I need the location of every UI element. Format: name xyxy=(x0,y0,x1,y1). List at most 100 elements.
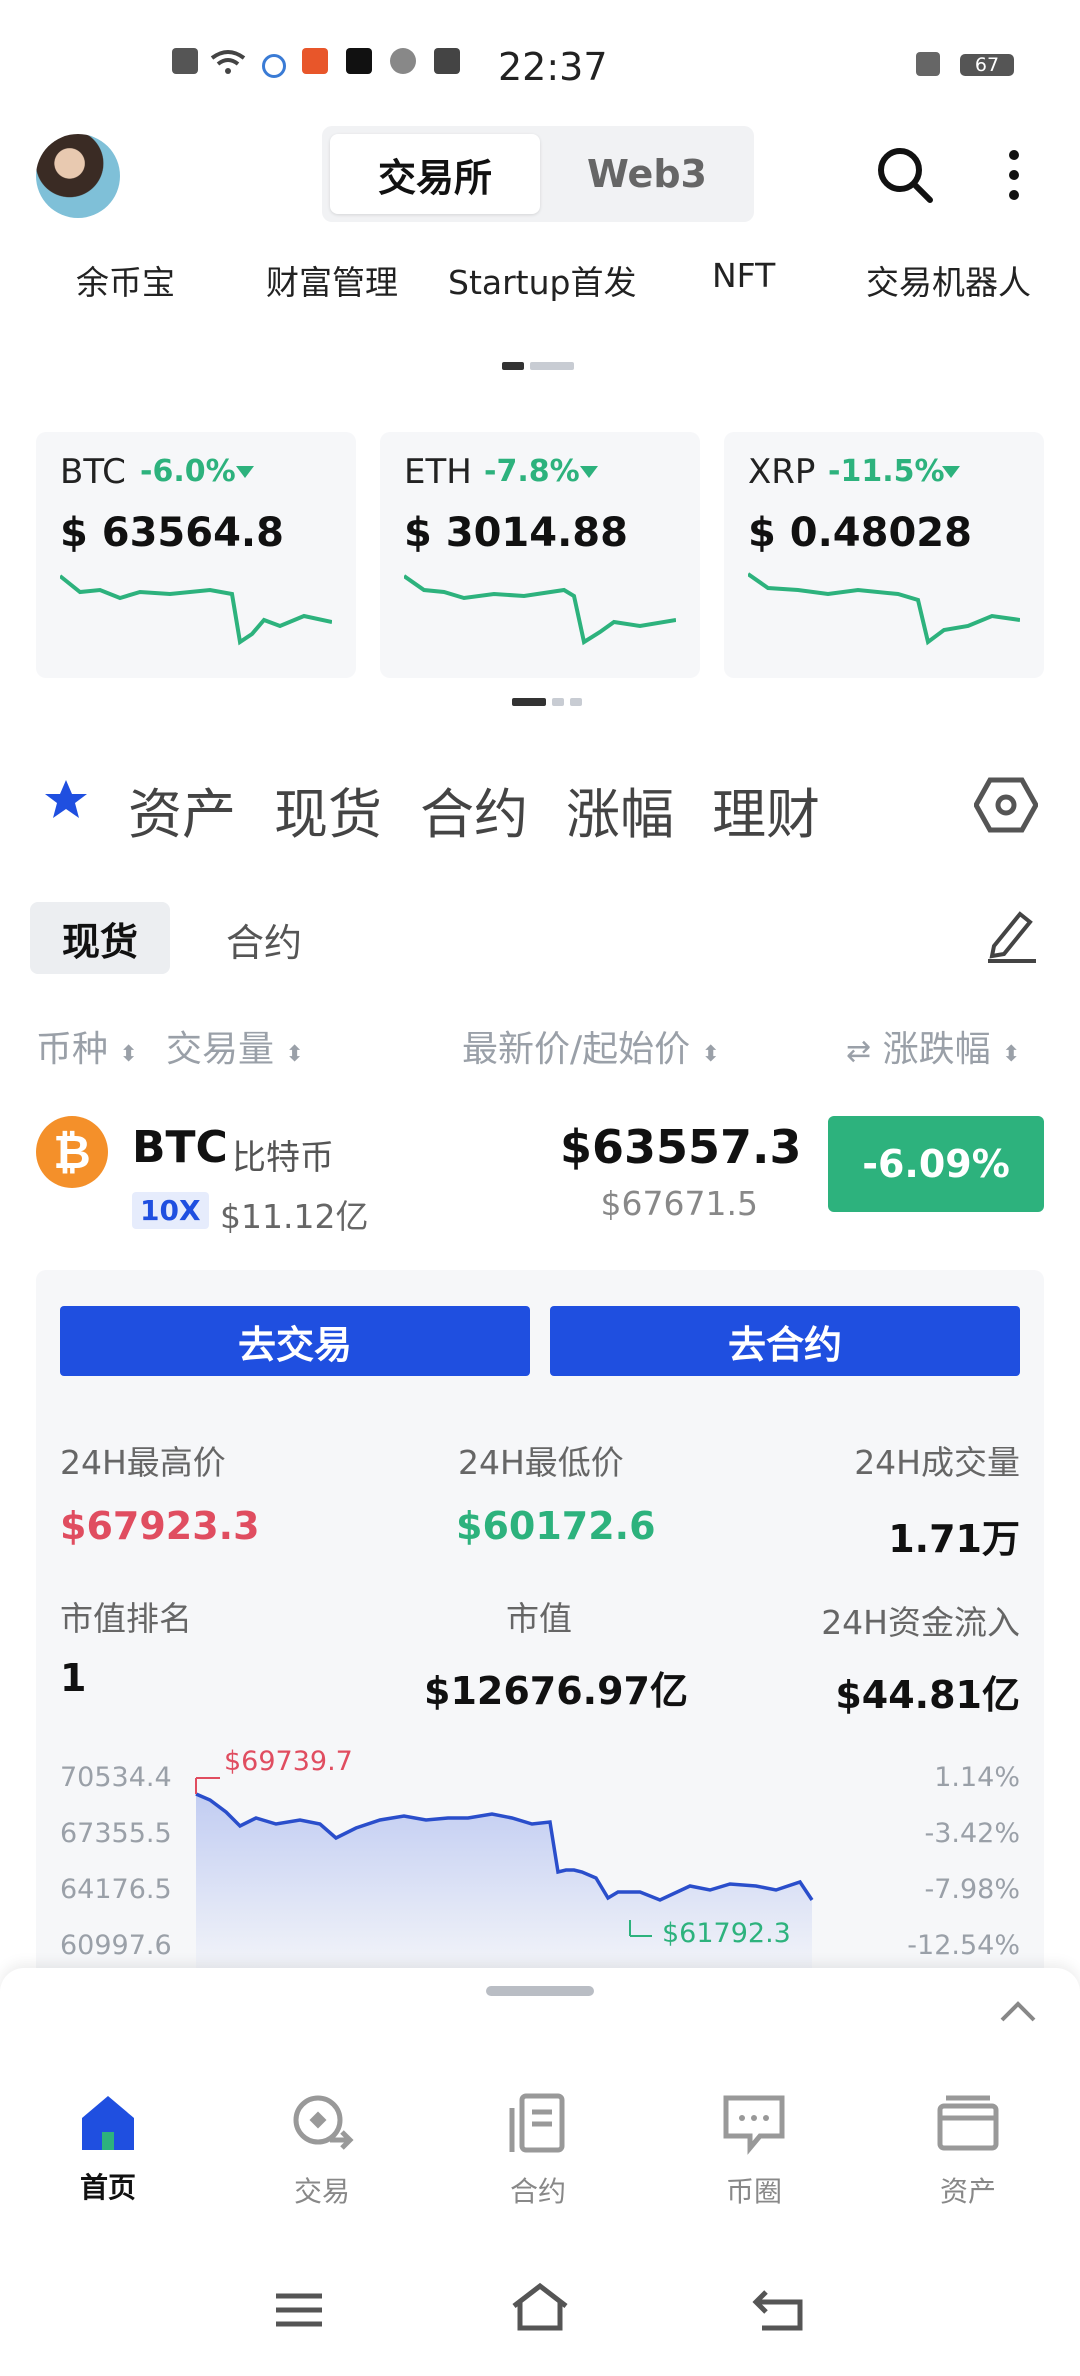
nav-label: 币圈 xyxy=(725,2175,782,2208)
stat-value-24h-low: $60172.6 xyxy=(456,1504,656,1548)
ticker-card-xrp[interactable]: XRP -11.5% $ 0.48028 xyxy=(724,432,1044,678)
menu-icon[interactable] xyxy=(274,2290,324,2330)
avatar[interactable] xyxy=(36,134,120,218)
back-icon[interactable] xyxy=(752,2288,806,2332)
ticker-change: -11.5% xyxy=(828,454,945,489)
quick-link-nft[interactable]: NFT xyxy=(712,256,775,295)
chart-low-marker: $61792.3 xyxy=(662,1918,791,1949)
system-home-icon[interactable] xyxy=(510,2282,570,2332)
nav-label: 合约 xyxy=(509,2175,566,2208)
ticker-price: $ 3014.88 xyxy=(404,510,628,556)
chevron-up-icon[interactable] xyxy=(998,1998,1038,2024)
leverage-badge: 10X xyxy=(132,1192,209,1229)
nav-community[interactable]: 币圈 xyxy=(694,2092,814,2210)
column-header-coin[interactable]: 币种 ⬍ xyxy=(36,1020,138,1072)
stat-label-24h-low: 24H最低价 xyxy=(458,1443,624,1482)
wifi-icon xyxy=(210,50,246,74)
chart-y-label: 64176.5 xyxy=(60,1874,172,1905)
go-contract-button[interactable]: 去合约 xyxy=(550,1306,1020,1376)
sort-icon: ⬍ xyxy=(1002,1042,1021,1067)
nav-home[interactable]: 首页 xyxy=(48,2092,168,2206)
chart-y-label: 67355.5 xyxy=(60,1818,172,1849)
down-arrow-icon xyxy=(236,466,254,478)
quick-links-pager xyxy=(502,362,574,370)
tiktok-icon xyxy=(346,48,372,74)
chart-y-label: 60997.6 xyxy=(60,1930,172,1961)
wallet-icon xyxy=(937,2095,999,2151)
quick-link-startup[interactable]: Startup首发 xyxy=(448,256,636,304)
chart-y-right-label: -3.42% xyxy=(924,1818,1020,1849)
nav-trade[interactable]: 交易 xyxy=(262,2092,382,2210)
app-icon xyxy=(262,54,286,78)
sort-icon: ⬍ xyxy=(119,1042,138,1067)
battery-icon: 67 xyxy=(960,54,1014,76)
nav-contract[interactable]: 合约 xyxy=(478,2092,598,2210)
open-price: $67671.5 xyxy=(600,1184,758,1223)
column-header-change[interactable]: ⇄ 涨跌幅 ⬍ xyxy=(846,1020,1021,1072)
chart-y-right-label: -7.98% xyxy=(924,1874,1020,1905)
trade-icon xyxy=(293,2095,354,2150)
change-percent-badge[interactable]: -6.09% xyxy=(828,1116,1044,1212)
nav-label: 首页 xyxy=(79,2171,136,2204)
category-spot[interactable]: 现货 xyxy=(274,770,382,849)
ticker-card-eth[interactable]: ETH -7.8% $ 3014.88 xyxy=(380,432,700,678)
quick-links: 余币宝 财富管理 Startup首发 NFT 交易机器人 xyxy=(0,256,1080,316)
nav-assets[interactable]: 资产 xyxy=(908,2092,1028,2210)
battery-level: 67 xyxy=(974,54,1000,76)
quick-link-bot[interactable]: 交易机器人 xyxy=(866,256,1031,304)
sort-icon: ⬍ xyxy=(285,1042,304,1067)
stat-value-market-cap: $12676.97亿 xyxy=(424,1669,688,1713)
category-assets[interactable]: 资产 xyxy=(128,770,236,849)
ticker-price: $ 0.48028 xyxy=(748,510,972,556)
chart-y-right-label: -12.54% xyxy=(907,1930,1020,1961)
favorites-star-icon[interactable] xyxy=(44,778,88,820)
stat-label-rank: 市值排名 xyxy=(60,1599,192,1638)
category-contract[interactable]: 合约 xyxy=(420,770,528,849)
sparkline xyxy=(60,574,332,646)
more-menu-icon[interactable] xyxy=(1004,148,1024,202)
go-trade-button[interactable]: 去交易 xyxy=(60,1306,530,1376)
status-bar: 22:37 67 xyxy=(0,0,1080,120)
exchange-switcher: 交易所 Web3 xyxy=(322,126,754,222)
sparkline xyxy=(748,572,1020,646)
category-finance[interactable]: 理财 xyxy=(712,770,820,849)
swap-icon: ⇄ xyxy=(846,1034,872,1069)
tab-exchange[interactable]: 交易所 xyxy=(330,134,540,214)
stat-label-24h-high: 24H最高价 xyxy=(60,1443,226,1482)
chart-high-marker: $69739.7 xyxy=(224,1746,353,1777)
edit-icon[interactable] xyxy=(986,906,1038,964)
app-icon xyxy=(390,48,416,74)
notification-icon xyxy=(172,48,198,74)
vibrate-icon xyxy=(916,52,940,76)
column-label: 交易量 xyxy=(166,1029,275,1070)
shop-icon xyxy=(302,48,328,74)
chart-y-label: 70534.4 xyxy=(60,1762,172,1793)
subtab-spot[interactable]: 现货 xyxy=(30,902,170,974)
chart-y-right-label: 1.14% xyxy=(934,1762,1020,1793)
search-icon[interactable] xyxy=(876,146,934,204)
stat-label-market-cap: 市值 xyxy=(506,1599,572,1638)
column-label: 币种 xyxy=(36,1029,109,1070)
stat-value-24h-volume: 1.71万 xyxy=(888,1517,1020,1561)
quick-link-yubibao[interactable]: 余币宝 xyxy=(76,256,175,304)
coin-volume: $11.12亿 xyxy=(220,1197,369,1236)
ticker-symbol: ETH xyxy=(404,452,472,492)
column-header-volume[interactable]: 交易量 ⬍ xyxy=(166,1020,304,1072)
ticker-card-btc[interactable]: BTC -6.0% $ 63564.8 xyxy=(36,432,356,678)
quick-link-wealth[interactable]: 财富管理 xyxy=(266,256,398,304)
category-gainers[interactable]: 涨幅 xyxy=(566,770,674,849)
tab-web3[interactable]: Web3 xyxy=(544,134,750,214)
sort-icon: ⬍ xyxy=(701,1042,721,1067)
down-arrow-icon xyxy=(942,466,960,478)
column-header-price[interactable]: 最新价/起始价 ⬍ xyxy=(462,1020,720,1072)
stat-label-fund-inflow: 24H资金流入 xyxy=(821,1603,1020,1642)
stat-value-fund-inflow: $44.81亿 xyxy=(835,1673,1020,1717)
settings-hexagon-icon[interactable] xyxy=(974,776,1038,834)
book-icon xyxy=(434,48,460,74)
subtab-contract[interactable]: 合约 xyxy=(226,912,302,967)
ticker-price: $ 63564.8 xyxy=(60,510,284,556)
nav-label: 资产 xyxy=(939,2175,996,2208)
column-label: 涨跌幅 xyxy=(882,1029,991,1070)
drag-handle[interactable] xyxy=(486,1986,594,1996)
ticker-change: -6.0% xyxy=(140,454,236,489)
